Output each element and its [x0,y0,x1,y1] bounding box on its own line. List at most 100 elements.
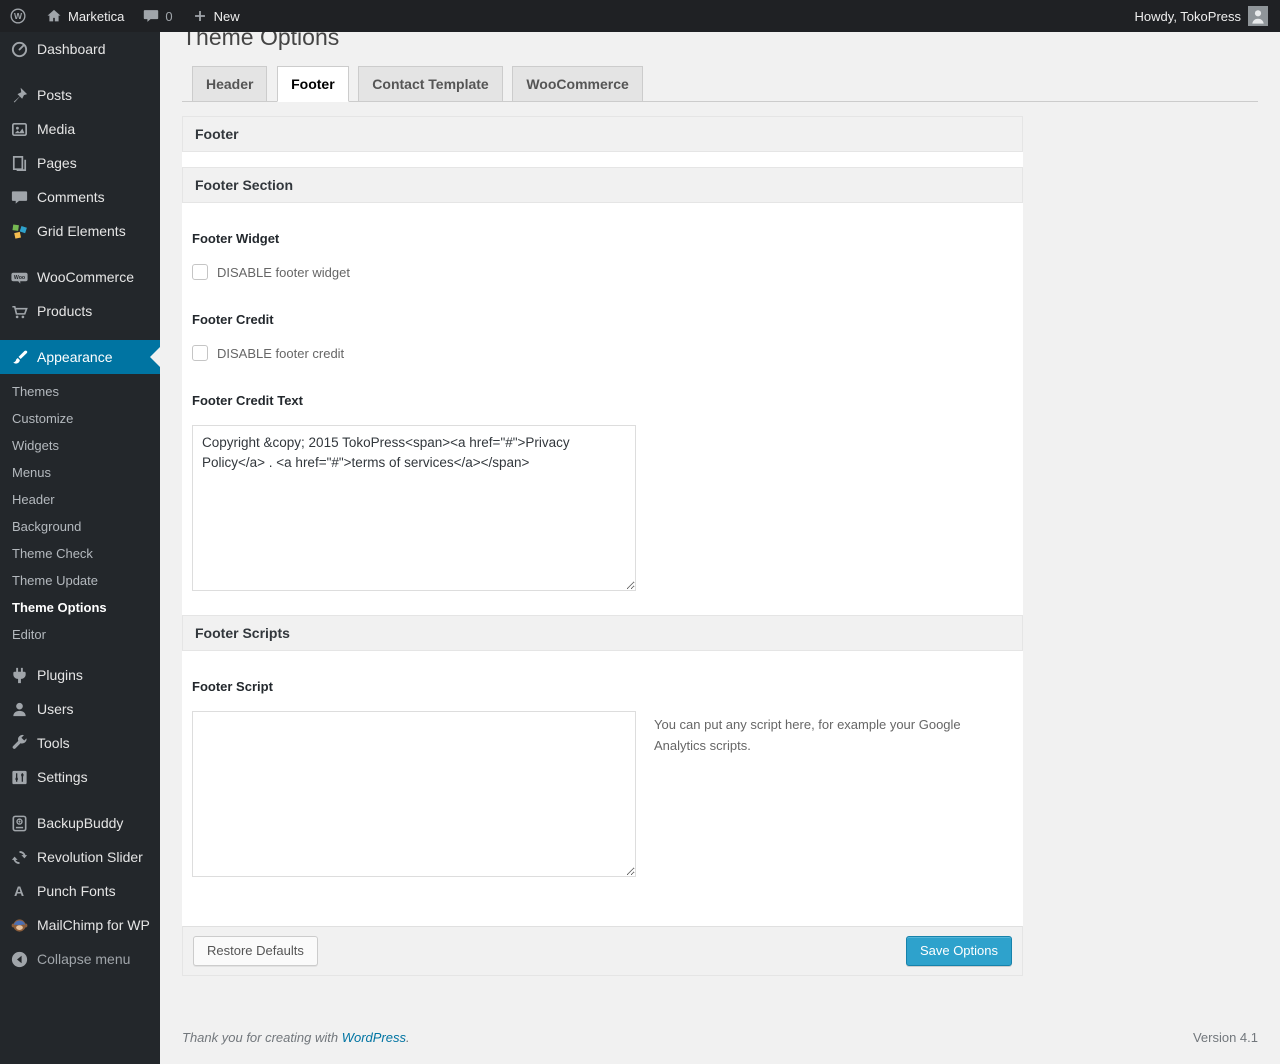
submenu-item-theme-update[interactable]: Theme Update [0,567,160,594]
submenu-item-themes[interactable]: Themes [0,378,160,405]
sidebar-item-label: Revolution Slider [37,849,143,865]
woo-badge-text: Woo [13,275,24,281]
sidebar-item-label: Grid Elements [37,223,126,239]
sidebar-item-label: Plugins [37,667,83,683]
disable-footer-widget-row: DISABLE footer widget [192,264,1013,280]
disable-footer-credit-label: DISABLE footer credit [217,345,345,361]
admin-bar: W Marketica 0 New Howdy, TokoPress [0,0,1280,32]
sidebar-item-label: Products [37,303,93,319]
sidebar-item-label: Appearance [37,349,113,365]
posts-icon [9,85,29,105]
backupbuddy-icon [9,813,29,833]
my-account-menu[interactable]: Howdy, TokoPress [1123,0,1280,32]
pages-icon [9,153,29,173]
site-name: Marketica [68,8,125,24]
wp-logo-letter: W [14,11,23,21]
save-options-button[interactable]: Save Options [905,936,1012,966]
collapse-menu-label: Collapse menu [37,951,131,967]
submenu-item-editor[interactable]: Editor [0,621,160,648]
submenu-item-theme-check[interactable]: Theme Check [0,540,160,567]
woocommerce-icon: Woo [9,267,29,287]
collapse-arrow-icon [9,949,29,969]
sidebar-item-woocommerce[interactable]: Woo WooCommerce [0,260,160,294]
plus-icon [194,11,205,21]
comments-count: 0 [165,8,173,24]
wordpress-link[interactable]: WordPress [342,1030,406,1045]
footer-widget-label: Footer Widget [192,231,280,246]
sidebar-item-appearance[interactable]: Appearance [0,340,160,374]
font-letter-icon: A [9,881,29,901]
tab-contact-template[interactable]: Contact Template [358,66,503,101]
panel-action-bar: Restore Defaults Save Options [182,926,1023,976]
footer-script-label: Footer Script [192,679,273,694]
sidebar-item-posts[interactable]: Posts [0,78,160,112]
submenu-item-theme-options[interactable]: Theme Options [0,594,160,621]
tab-bar: Header Footer Contact Template WooCommer… [182,66,1258,102]
admin-sidebar: Dashboard Posts Media Pages Comments Gri… [0,32,160,1064]
sidebar-item-comments[interactable]: Comments [0,180,160,214]
theme-options-panel: Footer Footer Section Footer Widget DISA… [182,116,1023,976]
submenu-item-widgets[interactable]: Widgets [0,432,160,459]
version-text: Version 4.1 [1192,1030,1258,1045]
sidebar-item-dashboard[interactable]: Dashboard [0,32,160,66]
sidebar-item-pages[interactable]: Pages [0,146,160,180]
sidebar-item-backupbuddy[interactable]: BackupBuddy [0,806,160,840]
thanks-suffix: . [406,1030,410,1045]
mailchimp-monkey-icon [9,915,29,935]
admin-footer: Thank you for creating with WordPress. V… [182,1030,1258,1045]
panel-spacer [182,152,1023,167]
thanks-prefix: Thank you for creating with [182,1030,342,1045]
sidebar-item-label: Tools [37,735,70,751]
sidebar-item-label: Media [37,121,76,137]
sidebar-item-punch-fonts[interactable]: A Punch Fonts [0,874,160,908]
cart-icon [9,301,29,321]
new-content-menu[interactable]: New [182,0,249,32]
restore-defaults-button[interactable]: Restore Defaults [193,936,318,966]
comments-menu[interactable]: 0 [133,0,181,32]
tab-woocommerce[interactable]: WooCommerce [512,66,643,101]
disable-footer-widget-label: DISABLE footer widget [217,264,350,280]
avatar [1248,6,1268,26]
current-menu-arrow-icon [150,347,160,367]
footer-script-textarea[interactable] [192,711,636,877]
footer-script-help-text: You can put any script here, for example… [654,717,961,753]
tab-footer[interactable]: Footer [277,66,349,102]
sidebar-item-label: Users [37,701,74,717]
wp-logo-menu[interactable]: W [0,0,36,32]
sidebar-item-media[interactable]: Media [0,112,160,146]
submenu-item-header[interactable]: Header [0,486,160,513]
submenu-item-customize[interactable]: Customize [0,405,160,432]
panel-title-footer: Footer [182,116,1023,152]
footer-section-body: Footer Widget DISABLE footer widget Foot… [182,203,1023,615]
collapse-menu-button[interactable]: Collapse menu [0,942,160,976]
sidebar-item-label: Posts [37,87,73,103]
section-header-footer-scripts: Footer Scripts [182,615,1023,651]
disable-footer-credit-row: DISABLE footer credit [192,345,1013,361]
site-name-link[interactable]: Marketica [36,0,133,32]
sidebar-item-plugins[interactable]: Plugins [0,658,160,692]
sidebar-item-mailchimp[interactable]: MailChimp for WP [0,908,160,942]
media-icon [9,119,29,139]
tab-header[interactable]: Header [192,66,268,101]
footer-credit-text-textarea[interactable]: Copyright &copy; 2015 TokoPress<span><a … [192,425,636,591]
sidebar-item-label: Pages [37,155,77,171]
howdy-text: Howdy, TokoPress [1134,8,1241,24]
new-label: New [213,8,240,24]
disable-footer-credit-checkbox[interactable] [192,345,208,361]
sidebar-item-revolution-slider[interactable]: Revolution Slider [0,840,160,874]
plugins-icon [9,665,29,685]
sidebar-item-label: Comments [37,189,105,205]
sidebar-item-tools[interactable]: Tools [0,726,160,760]
sidebar-item-label: WooCommerce [37,269,134,285]
submenu-item-background[interactable]: Background [0,513,160,540]
footer-credit-label: Footer Credit [192,312,274,327]
sidebar-item-label: Settings [37,769,88,785]
sidebar-item-users[interactable]: Users [0,692,160,726]
sidebar-item-products[interactable]: Products [0,294,160,328]
sidebar-item-label: MailChimp for WP [37,917,150,933]
sidebar-item-settings[interactable]: Settings [0,760,160,794]
submenu-item-menus[interactable]: Menus [0,459,160,486]
sidebar-item-grid-elements[interactable]: Grid Elements [0,214,160,248]
punch-fonts-letter: A [13,883,25,899]
disable-footer-widget-checkbox[interactable] [192,264,208,280]
